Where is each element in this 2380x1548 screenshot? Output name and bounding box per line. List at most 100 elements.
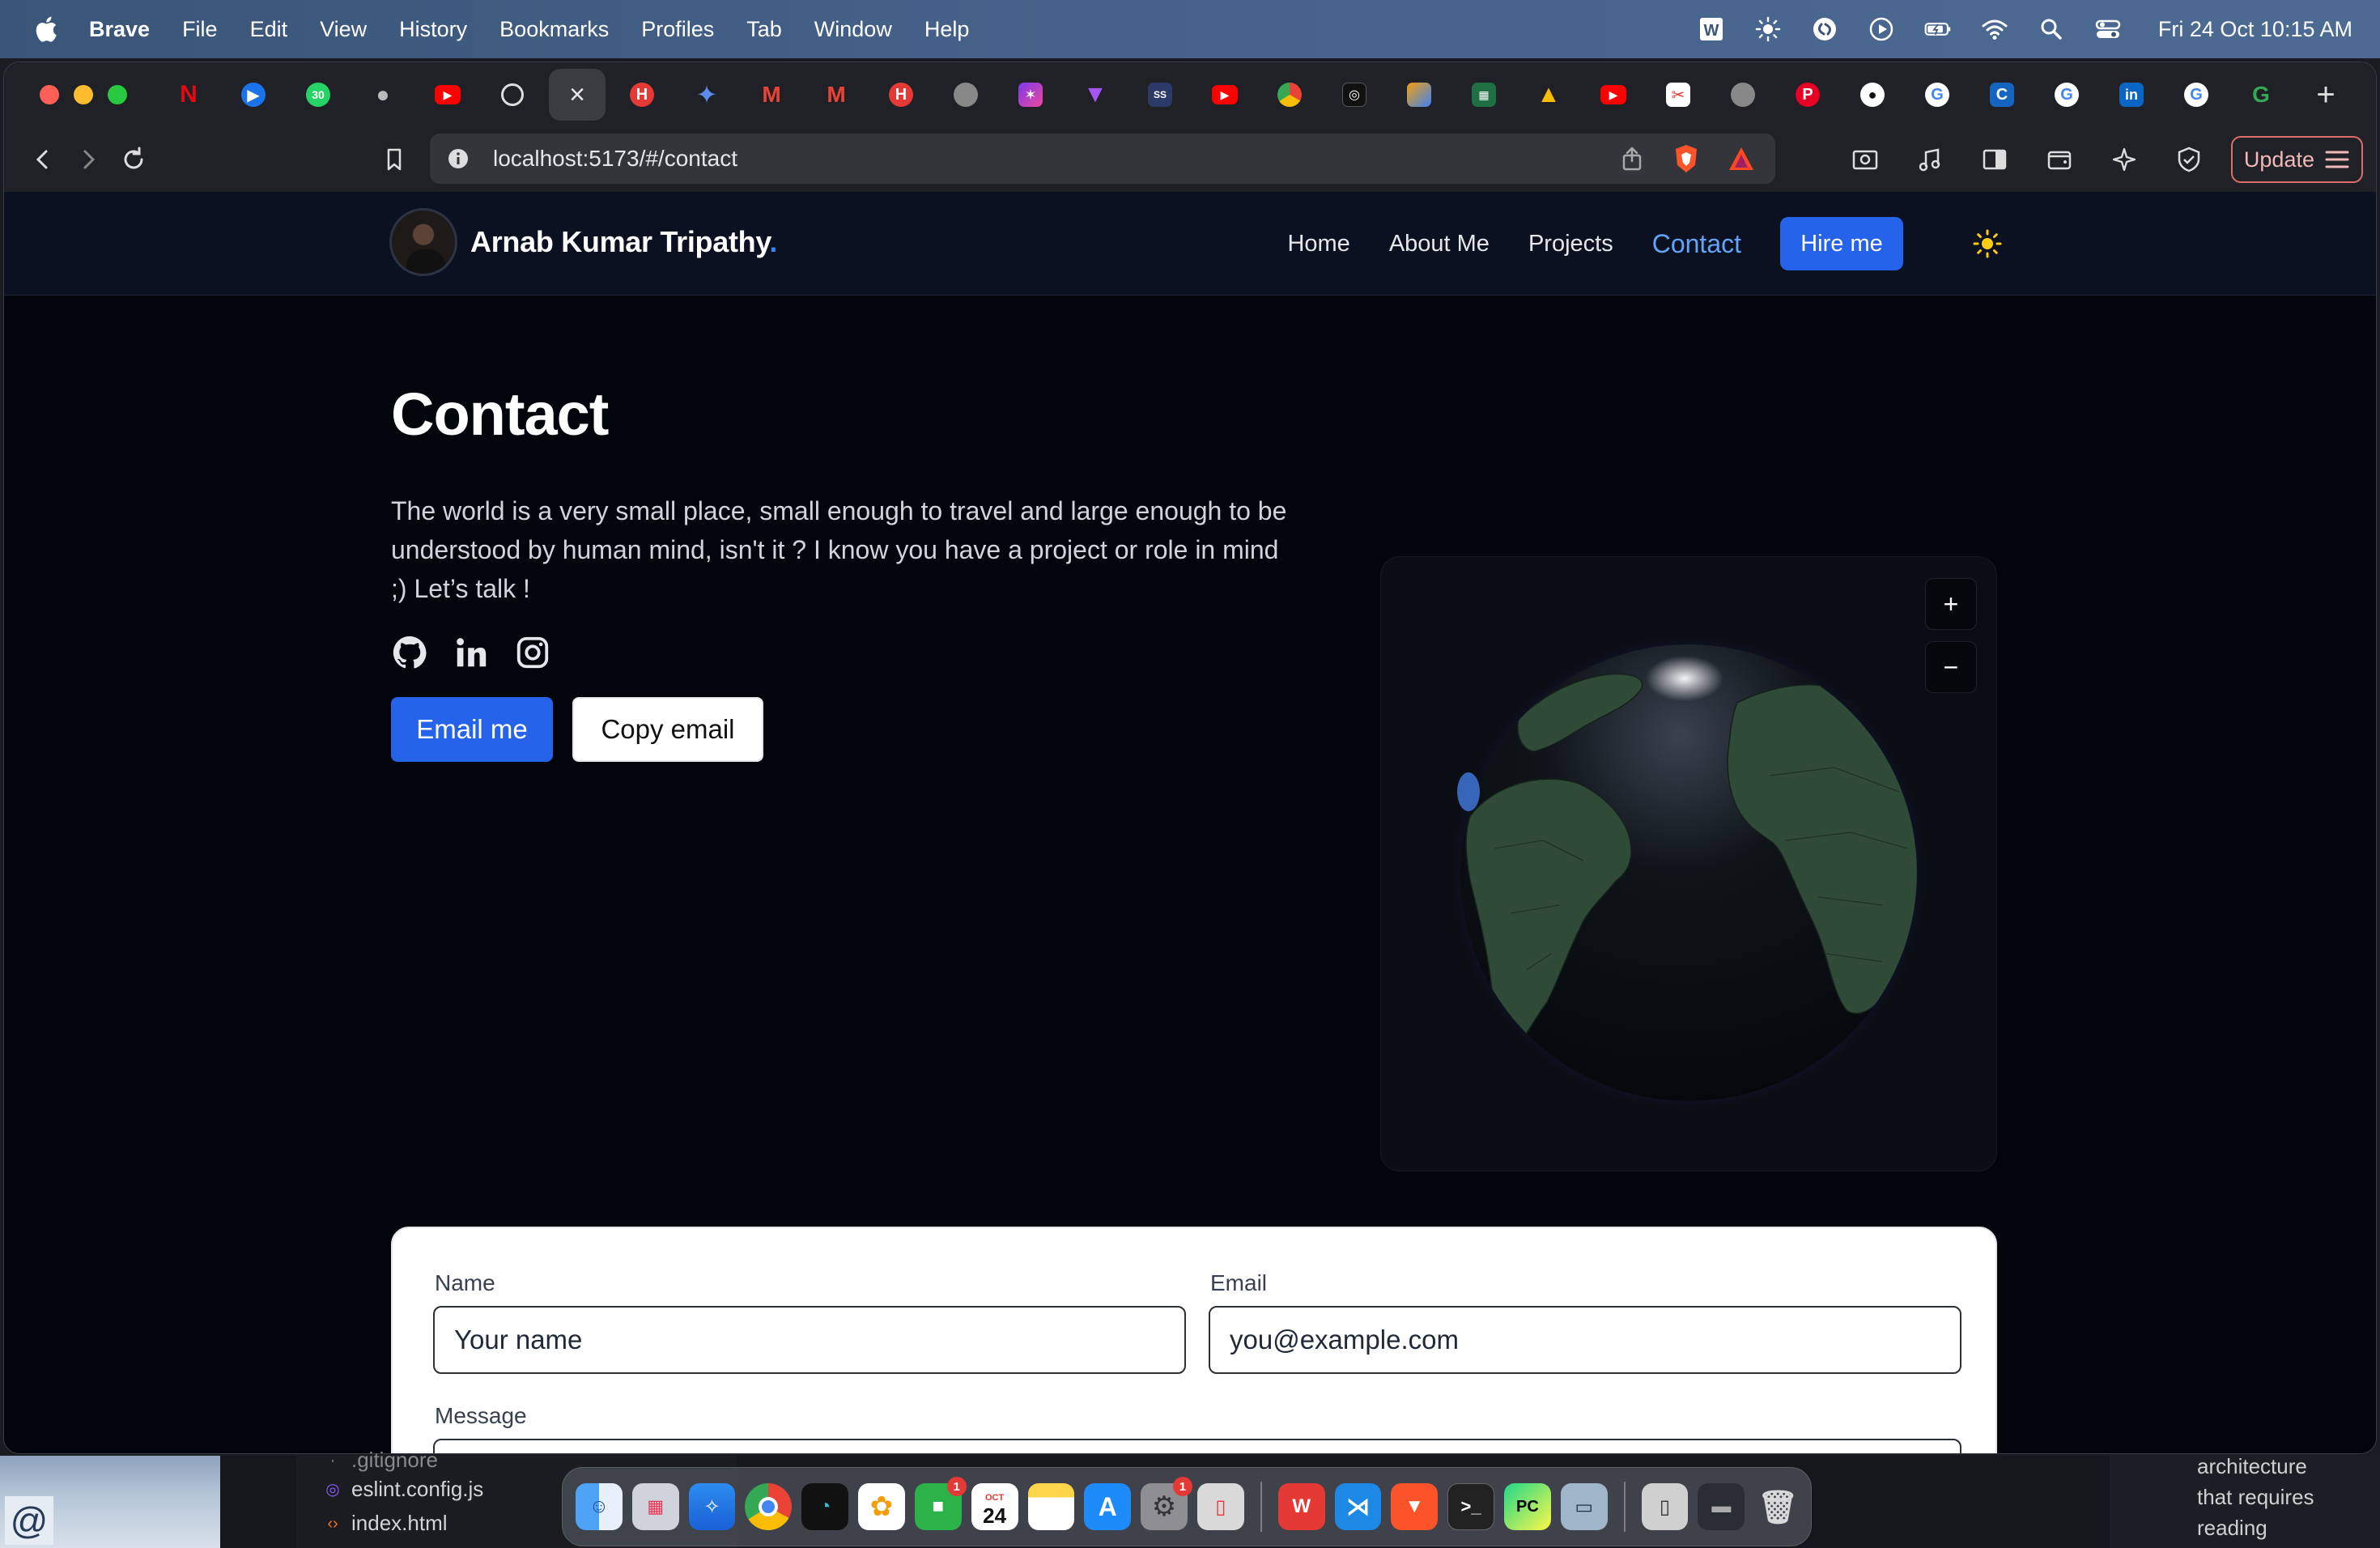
close-icon[interactable]: × <box>565 79 589 110</box>
tab-chatgpt[interactable] <box>480 62 545 127</box>
control-center-icon[interactable] <box>2093 15 2123 44</box>
word-icon[interactable]: W <box>1697 15 1726 44</box>
tab-youtube-2[interactable]: ▶ <box>1192 62 1257 127</box>
zoom-in-button[interactable]: + <box>1925 578 1977 630</box>
wireless-app-icon[interactable]: ◔ <box>801 1483 849 1530</box>
tab-github[interactable]: ● <box>1840 62 1905 127</box>
tab-whatsapp[interactable]: 30 <box>286 62 351 127</box>
leo-ai-icon[interactable] <box>2102 137 2147 182</box>
menu-view[interactable]: View <box>320 17 367 42</box>
tab-star[interactable]: ✶ <box>998 62 1063 127</box>
tab-hostinger-2[interactable]: H <box>869 62 933 127</box>
forward-icon[interactable] <box>66 137 111 182</box>
name-input[interactable] <box>433 1306 1186 1374</box>
tab-active-contact[interactable]: × <box>549 69 606 121</box>
finder-icon[interactable]: ☺ <box>576 1483 623 1530</box>
tab-spreadsheet[interactable]: ▦ <box>1451 62 1516 127</box>
zoom-window-button[interactable] <box>108 85 127 104</box>
menu-edit[interactable]: Edit <box>250 17 288 42</box>
linkedin-icon[interactable] <box>453 634 490 671</box>
wps-office-icon[interactable]: W <box>1277 1483 1325 1530</box>
tab-app[interactable]: ◎ <box>1322 62 1387 127</box>
system-settings-icon[interactable]: ⚙ 1 <box>1141 1477 1192 1530</box>
battery-icon[interactable] <box>1923 15 1953 44</box>
reload-icon[interactable] <box>111 137 156 182</box>
sidebar-icon[interactable] <box>1972 137 2017 182</box>
brand-logo[interactable]: Arnab Kumar Tripathy. <box>389 208 777 276</box>
safari-icon[interactable]: ✧ <box>688 1483 736 1530</box>
menu-help[interactable]: Help <box>924 17 970 42</box>
url-text[interactable]: localhost:5173/#/contact <box>493 146 737 172</box>
tab-linkedin[interactable]: in <box>2099 62 2164 127</box>
brave-shields-icon[interactable] <box>1672 143 1701 174</box>
music-icon[interactable] <box>1907 137 1953 182</box>
menu-bookmarks[interactable]: Bookmarks <box>499 17 609 42</box>
media-play-icon[interactable] <box>1867 15 1896 44</box>
at-sign-icon[interactable]: @ <box>5 1496 53 1545</box>
menu-file[interactable]: File <box>182 17 218 42</box>
nav-about[interactable]: About Me <box>1389 231 1490 257</box>
update-button[interactable]: Update <box>2230 136 2363 183</box>
brave-rewards-icon[interactable] <box>1727 145 1756 172</box>
tab-chrome[interactable] <box>1257 62 1322 127</box>
iphone-mirroring-icon[interactable]: ▯ <box>1196 1483 1244 1530</box>
spotlight-search-icon[interactable] <box>2037 15 2066 44</box>
tab-google-3[interactable]: G <box>2164 62 2229 127</box>
menu-history[interactable]: History <box>399 17 467 42</box>
facetime-icon[interactable]: ■ 1 <box>914 1477 967 1530</box>
tab-photo[interactable] <box>1387 62 1451 127</box>
vscode-icon[interactable]: ⋊ <box>1334 1483 1382 1530</box>
instagram-icon[interactable] <box>514 634 551 671</box>
menu-app-name[interactable]: Brave <box>89 17 150 42</box>
brightness-icon[interactable] <box>1753 15 1783 44</box>
chrome-icon[interactable] <box>745 1483 793 1530</box>
pycharm-icon[interactable]: PC <box>1504 1483 1551 1530</box>
file-index-html[interactable]: ‹› index.html <box>324 1511 447 1536</box>
menu-tab[interactable]: Tab <box>746 17 782 42</box>
site-info-icon[interactable] <box>446 147 470 171</box>
iphone-icon[interactable]: ▯ <box>1641 1483 1689 1530</box>
tab-vite[interactable]: ▼ <box>1063 62 1128 127</box>
tab-netflix[interactable]: N <box>156 62 221 127</box>
apple-icon[interactable] <box>32 15 58 44</box>
zoom-out-button[interactable]: − <box>1925 641 1977 693</box>
email-input[interactable] <box>1209 1306 1961 1374</box>
wifi-icon[interactable] <box>1980 15 2009 44</box>
vpn-shield-icon[interactable] <box>2166 137 2212 182</box>
menubar-clock[interactable]: Fri 24 Oct 10:15 AM <box>2158 17 2352 42</box>
tab-c[interactable]: C <box>1970 62 2034 127</box>
email-me-button[interactable]: Email me <box>391 697 553 762</box>
github-icon[interactable] <box>391 634 428 671</box>
tab-google-4[interactable]: G <box>2229 62 2293 127</box>
migration-assistant-icon[interactable]: ▭ <box>1560 1483 1608 1530</box>
close-window-button[interactable] <box>40 85 59 104</box>
launchpad-icon[interactable]: ▦ <box>631 1483 679 1530</box>
tab-tools[interactable]: ✂ <box>1646 62 1711 127</box>
tab-google-2[interactable]: G <box>2034 62 2099 127</box>
calendar-icon[interactable]: OCT 24 <box>971 1483 1018 1530</box>
file-gitignore[interactable]: · .gitignore <box>324 1448 438 1473</box>
tab-gmail[interactable]: M <box>739 62 804 127</box>
tab-pinterest[interactable]: P <box>1775 62 1840 127</box>
screenshot-icon[interactable] <box>1842 137 1888 182</box>
tab-google[interactable]: G <box>1905 62 1970 127</box>
tab-gemini[interactable]: ✦ <box>674 62 739 127</box>
share-icon[interactable] <box>1618 145 1646 172</box>
bookmark-icon[interactable] <box>372 137 417 182</box>
menu-window[interactable]: Window <box>814 17 892 42</box>
tab-ss[interactable]: SS <box>1128 62 1192 127</box>
minimize-window-button[interactable] <box>74 85 93 104</box>
tab-drive[interactable]: ▲ <box>1516 62 1581 127</box>
interactive-globe[interactable] <box>1446 630 1932 1116</box>
tab-hostinger[interactable]: H <box>610 62 674 127</box>
tab-globe-2[interactable] <box>1711 62 1775 127</box>
tab-globe[interactable] <box>933 62 998 127</box>
photos-icon[interactable]: ✿ <box>858 1483 905 1530</box>
tab-youtube-3[interactable]: ▶ <box>1581 62 1646 127</box>
notes-icon[interactable] <box>1027 1483 1075 1530</box>
sun-icon[interactable] <box>1971 228 2004 260</box>
back-icon[interactable] <box>20 137 66 182</box>
downloads-stack-icon[interactable]: ▬ <box>1698 1483 1745 1530</box>
wallet-icon[interactable] <box>2037 137 2082 182</box>
address-bar[interactable]: localhost:5173/#/contact <box>430 134 1775 184</box>
